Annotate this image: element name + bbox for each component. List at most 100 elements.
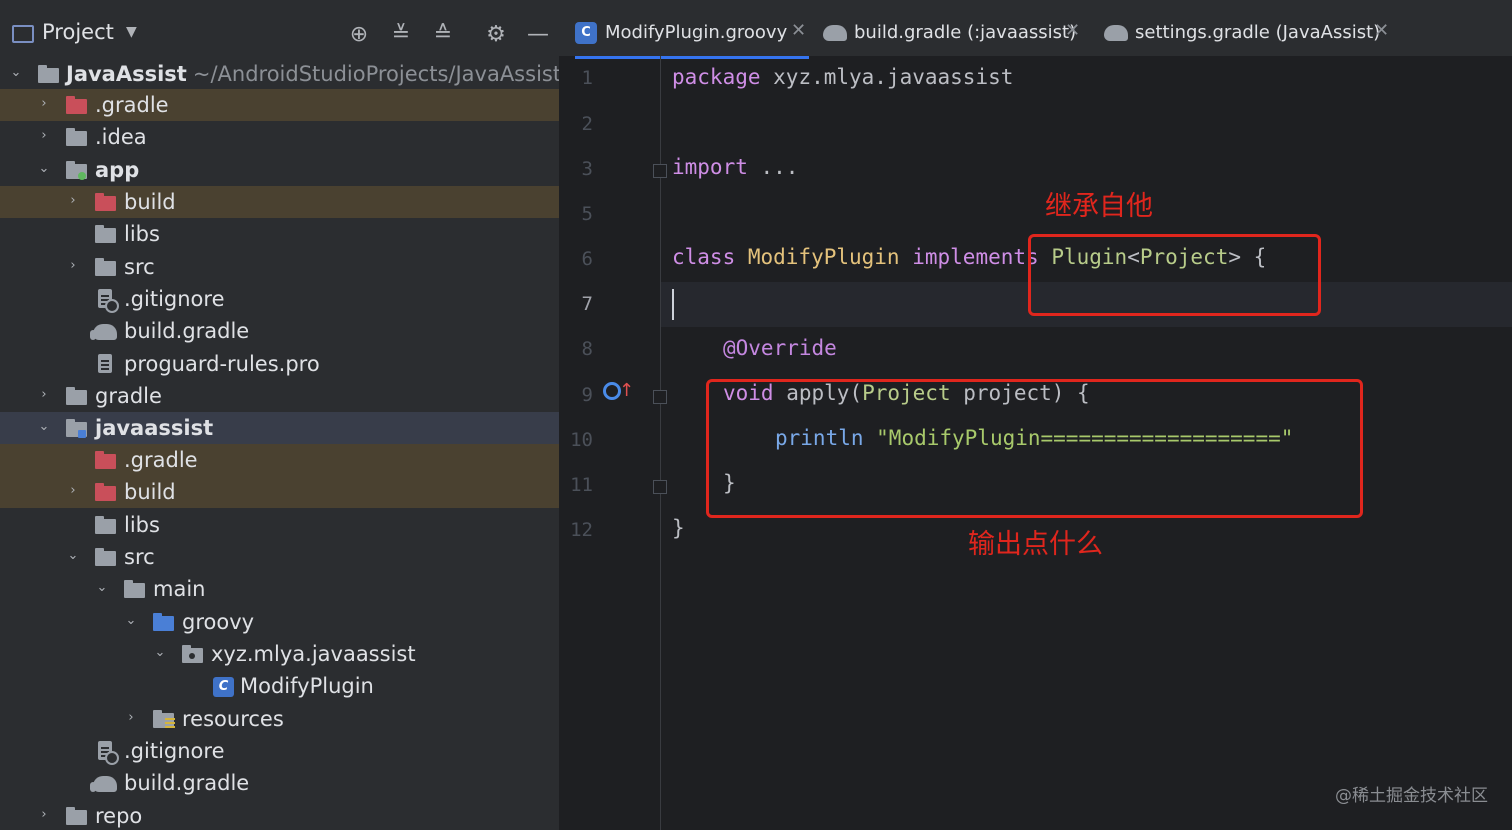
tree-item[interactable]: build.gradle <box>0 315 559 347</box>
tree-item-label: .gitignore <box>124 287 225 311</box>
module-folder-icon <box>64 160 88 180</box>
tree-item-label: build <box>124 480 176 504</box>
tree-item[interactable]: › repo <box>0 800 559 830</box>
tree-item[interactable]: libs <box>0 509 559 541</box>
arrow-up-icon[interactable]: ↑ <box>619 380 634 401</box>
line-number: 5 <box>581 203 593 225</box>
folder-icon <box>64 806 88 826</box>
tree-item-label: build <box>124 190 176 214</box>
chevron-right-icon[interactable]: › <box>65 192 81 210</box>
chevron-down-icon[interactable]: ⌄ <box>36 160 52 178</box>
editor-tab-settings-gradle[interactable]: settings.gradle (JavaAssist) ✕ <box>1104 12 1394 56</box>
editor-tab-modifyplugin[interactable]: C ModifyPlugin.groovy ✕ <box>575 12 809 59</box>
resources-folder-icon <box>151 709 175 729</box>
tree-item[interactable]: proguard-rules.pro <box>0 348 559 380</box>
tree-item[interactable]: › build <box>0 186 559 218</box>
close-icon[interactable]: ✕ <box>1374 20 1389 41</box>
line-number: 11 <box>570 474 593 496</box>
tree-item[interactable]: build.gradle <box>0 767 559 799</box>
tree-item[interactable]: › build <box>0 476 559 508</box>
keyword: class <box>672 245 736 269</box>
folder-icon <box>122 579 146 599</box>
close-icon[interactable]: ✕ <box>791 20 806 41</box>
tree-item[interactable]: ⌄ src <box>0 541 559 573</box>
chevron-down-icon[interactable]: ⌄ <box>8 64 24 82</box>
fold-marker-icon[interactable] <box>653 390 667 404</box>
chevron-right-icon[interactable]: › <box>36 127 52 145</box>
fold-marker-icon[interactable] <box>653 480 667 494</box>
chevron-right-icon[interactable]: › <box>65 482 81 500</box>
watermark: @稀土掘金技术社区 <box>1335 786 1488 806</box>
gear-icon[interactable]: ⚙ <box>483 22 509 48</box>
tree-item[interactable]: › gradle <box>0 380 559 412</box>
locate-icon[interactable]: ⊕ <box>346 22 372 48</box>
folder-icon <box>64 386 88 406</box>
groovy-class-icon: C <box>211 676 235 697</box>
tab-label: settings.gradle (JavaAssist) <box>1135 22 1381 43</box>
chevron-right-icon[interactable]: › <box>123 709 139 727</box>
tree-item-root[interactable]: ⌄ JavaAssist ~/AndroidStudioProjects/Java… <box>0 58 559 90</box>
line-number: 12 <box>570 519 593 541</box>
tree-item[interactable]: .gradle <box>0 444 559 476</box>
tree-item[interactable]: .gitignore <box>0 283 559 315</box>
minimize-icon[interactable]: — <box>525 22 551 48</box>
module-folder-icon <box>36 64 60 84</box>
editor-tab-bar: C ModifyPlugin.groovy ✕ build.gradle (:j… <box>559 0 1512 59</box>
line-number: 3 <box>581 158 593 180</box>
excluded-folder-icon <box>93 482 117 502</box>
line-number: 9 <box>581 384 593 406</box>
folder-icon <box>93 515 117 535</box>
chevron-down-icon[interactable]: ⌄ <box>65 547 81 565</box>
code-line-8[interactable]: @Override <box>723 336 837 360</box>
project-panel-title[interactable]: Project <box>42 20 114 44</box>
tree-item-label: .idea <box>95 125 147 149</box>
editor-tab-build-gradle[interactable]: build.gradle (:javaassist) ✕ <box>823 12 1085 56</box>
chevron-down-icon[interactable]: ⌄ <box>152 644 168 662</box>
chevron-down-icon[interactable]: ⌄ <box>36 418 52 436</box>
tree-item[interactable]: ⌄ groovy <box>0 606 559 638</box>
tree-item-label: .gradle <box>95 93 169 117</box>
tree-item[interactable]: › resources <box>0 703 559 735</box>
tree-item[interactable]: .gitignore <box>0 735 559 767</box>
project-view-icon <box>12 25 34 43</box>
annotation: @Override <box>723 336 837 360</box>
gradle-file-icon <box>90 773 117 793</box>
line-number: 2 <box>581 113 593 135</box>
expand-all-icon[interactable]: ≚ <box>388 22 414 48</box>
chevron-right-icon[interactable]: › <box>36 95 52 113</box>
source-folder-icon <box>151 612 175 632</box>
line-number-current: 7 <box>581 293 593 315</box>
folder-icon <box>93 224 117 244</box>
tree-item-label: proguard-rules.pro <box>124 352 320 376</box>
tree-item[interactable]: › src <box>0 251 559 283</box>
chevron-down-icon[interactable]: ⌄ <box>94 579 110 597</box>
chevron-right-icon[interactable]: › <box>36 806 52 824</box>
tree-item[interactable]: ⌄ main <box>0 573 559 605</box>
tree-item-selected[interactable]: ⌄ javaassist <box>0 412 559 444</box>
tree-item-label: libs <box>124 513 160 537</box>
tree-item[interactable]: C ModifyPlugin <box>0 670 559 702</box>
chevron-down-icon[interactable]: ▼ <box>126 24 137 40</box>
close-icon[interactable]: ✕ <box>1065 20 1080 41</box>
chevron-right-icon[interactable]: › <box>65 257 81 275</box>
code-line-1[interactable]: package xyz.mlya.javaassist <box>672 65 1013 89</box>
tree-item-path: ~/AndroidStudioProjects/JavaAssist <box>192 62 559 86</box>
tree-item[interactable]: › .gradle <box>0 89 559 121</box>
code-line-12[interactable]: } <box>672 516 685 540</box>
collapse-all-icon[interactable]: ≙ <box>430 22 456 48</box>
tree-item-label: app <box>95 158 140 182</box>
fold-marker-icon[interactable] <box>653 164 667 178</box>
code-line-3[interactable]: import ... <box>672 155 798 179</box>
gitignore-file-icon <box>93 289 119 313</box>
annotation-box-output <box>706 379 1363 518</box>
tree-item[interactable]: ⌄ app <box>0 154 559 186</box>
line-number: 1 <box>581 67 593 89</box>
chevron-right-icon[interactable]: › <box>36 386 52 404</box>
tree-item-label: gradle <box>95 384 162 408</box>
chevron-down-icon[interactable]: ⌄ <box>123 612 139 630</box>
tree-item[interactable]: libs <box>0 218 559 250</box>
gitignore-file-icon <box>93 741 119 765</box>
tree-item[interactable]: ⌄ xyz.mlya.javaassist <box>0 638 559 670</box>
tree-item[interactable]: › .idea <box>0 121 559 153</box>
project-panel-header: Project ▼ ⊕ ≚ ≙ ⚙ — <box>0 0 559 56</box>
